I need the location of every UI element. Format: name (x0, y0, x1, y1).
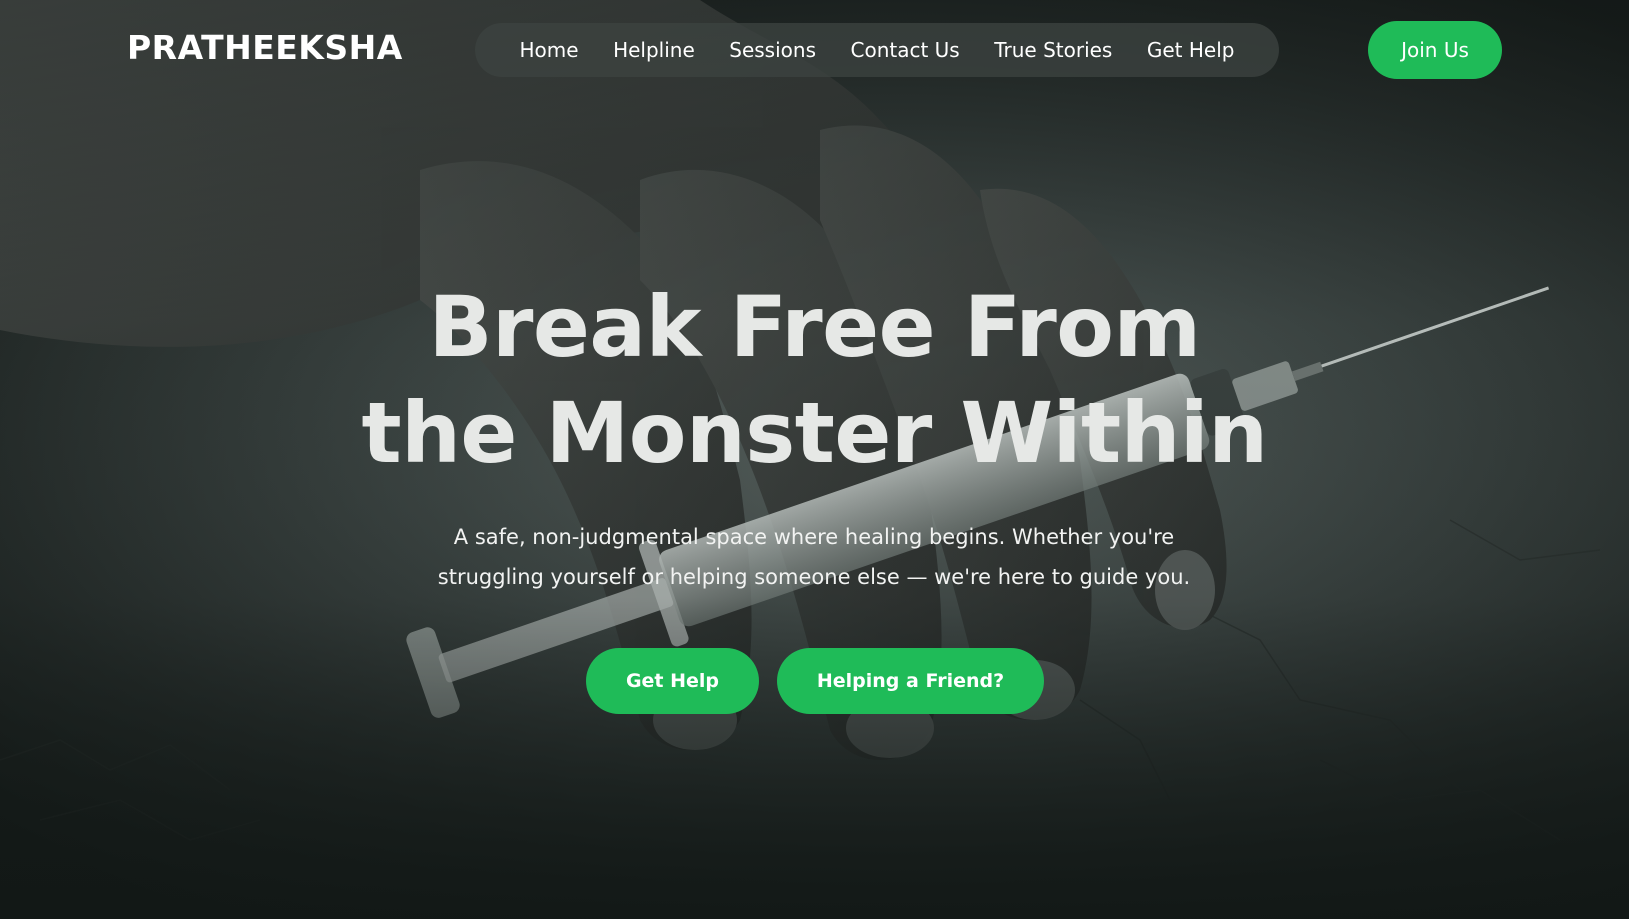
nav-menu: Home Helpline Sessions Contact Us True S… (475, 23, 1279, 77)
nav-link-true-stories[interactable]: True Stories (994, 38, 1112, 62)
hero-subtitle: A safe, non-judgmental space where heali… (364, 517, 1264, 597)
nav-link-contact-us[interactable]: Contact Us (851, 38, 960, 62)
hero-subtitle-line-2: struggling yourself or helping someone e… (437, 565, 1191, 589)
join-us-button[interactable]: Join Us (1368, 21, 1502, 79)
helping-a-friend-button[interactable]: Helping a Friend? (777, 648, 1044, 714)
nav-link-sessions[interactable]: Sessions (729, 38, 816, 62)
hero-subtitle-line-1: A safe, non-judgmental space where heali… (453, 525, 1175, 549)
nav-link-get-help[interactable]: Get Help (1147, 38, 1235, 62)
brand-logo[interactable]: PRATHEEKSHA (127, 28, 403, 67)
get-help-button[interactable]: Get Help (586, 648, 759, 714)
hero-headline-line-1: Break Free From (428, 278, 1201, 376)
navbar: PRATHEEKSHA Home Helpline Sessions Conta… (0, 0, 1629, 100)
hero-section: PRATHEEKSHA Home Helpline Sessions Conta… (0, 0, 1629, 919)
nav-link-helpline[interactable]: Helpline (613, 38, 695, 62)
hero-headline: Break Free From the Monster Within (0, 274, 1629, 486)
nav-link-home[interactable]: Home (520, 38, 579, 62)
hero-headline-line-2: the Monster Within (361, 384, 1268, 482)
